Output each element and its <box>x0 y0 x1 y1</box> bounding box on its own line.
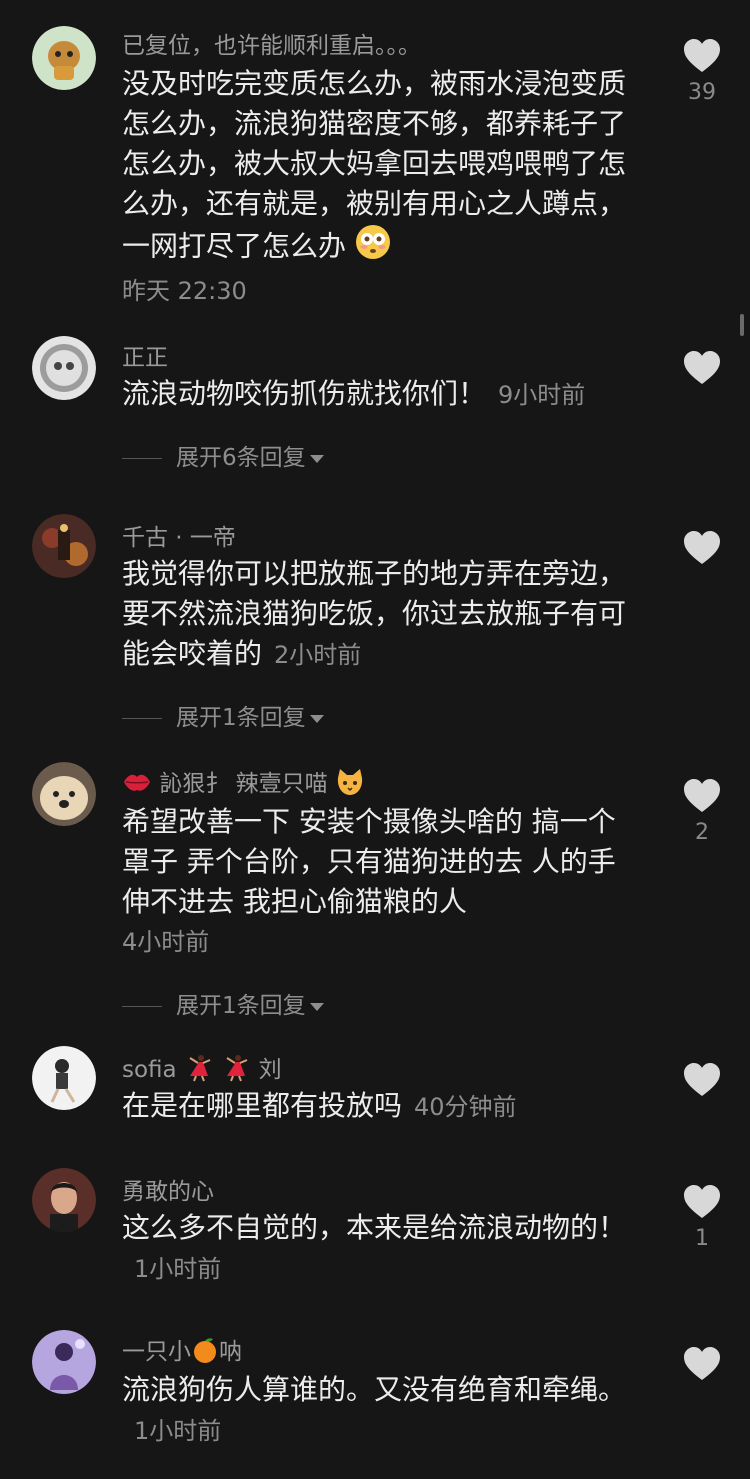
comment-text-content: 这么多不自觉的，本来是给流浪动物的！ <box>122 1211 627 1244</box>
comment-author[interactable]: 正正 <box>122 338 168 372</box>
scrollbar[interactable] <box>740 314 744 336</box>
comment-text: 没及时吃完变质怎么办，被雨水浸泡变质怎么办，流浪狗猫密度不够，都养耗子了怎么办，… <box>122 64 642 309</box>
heart-icon <box>684 351 720 384</box>
divider <box>122 1006 162 1007</box>
comment-author[interactable]: 已复位，也许能顺利重启。。。 <box>122 26 421 60</box>
comment-time: 昨天 22:30 <box>122 277 247 305</box>
like-button[interactable] <box>682 530 722 566</box>
caret-down-icon <box>309 1002 324 1011</box>
comment-author[interactable]: 千古 · 一帝 <box>122 518 236 552</box>
expand-replies-label: 展开6条回复 <box>176 445 306 471</box>
flushed-face-emoji <box>355 224 391 271</box>
like-count: 2 <box>695 820 709 845</box>
avatar[interactable] <box>32 336 96 400</box>
divider <box>122 718 162 719</box>
lips-emoji <box>122 770 152 800</box>
avatar[interactable] <box>32 1168 96 1232</box>
expand-replies-button[interactable]: 展开6条回复 <box>122 438 324 472</box>
comment-text: 我觉得你可以把放瓶子的地方弄在旁边，要不然流浪猫狗吃饭，你过去放瓶子有可能会咬着… <box>122 554 642 675</box>
comment-text-content: 在是在哪里都有投放吗 <box>122 1089 403 1122</box>
comment-author[interactable]: 勇敢的心 <box>122 1172 214 1206</box>
comment-text: 希望改善一下 安装个摄像头啥的 搞一个罩子 弄个台阶，只有猫狗进的去 人的手伸不… <box>122 802 642 960</box>
caret-down-icon <box>309 714 324 723</box>
cat-face-emoji <box>335 768 365 802</box>
like-button[interactable] <box>682 1062 722 1098</box>
avatar[interactable] <box>32 1046 96 1110</box>
author-name: 訫狠扌 辣壹只喵 <box>159 771 328 797</box>
dancer-emoji <box>221 1054 251 1088</box>
comment-author[interactable]: 一只小 呐 <box>122 1332 242 1370</box>
author-name-part: 呐 <box>219 1339 242 1365</box>
comment-text-content: 我觉得你可以把放瓶子的地方弄在旁边，要不然流浪猫狗吃饭，你过去放瓶子有可能会咬着… <box>122 557 627 670</box>
comment-author[interactable]: sofia 刘 <box>122 1050 282 1088</box>
author-name-part: 一只小 <box>122 1339 191 1365</box>
author-name-part: 刘 <box>258 1057 282 1083</box>
comment-time: 40分钟前 <box>414 1093 517 1121</box>
like-button[interactable]: 2 <box>682 778 722 845</box>
expand-replies-button[interactable]: 展开1条回复 <box>122 986 324 1020</box>
comment-time: 9小时前 <box>498 381 586 409</box>
comment-text-content: 流浪狗伤人算谁的。又没有绝育和牵绳。 <box>122 1373 627 1406</box>
like-count: 39 <box>688 80 716 105</box>
comment-time: 1小时前 <box>134 1417 222 1445</box>
like-count: 1 <box>695 1226 709 1251</box>
author-name-part: sofia <box>122 1057 177 1083</box>
expand-replies-label: 展开1条回复 <box>176 993 306 1019</box>
like-button[interactable]: 39 <box>682 38 722 105</box>
comment-text: 流浪狗伤人算谁的。又没有绝育和牵绳。 1小时前 <box>122 1370 642 1451</box>
comment-author[interactable]: 訫狠扌 辣壹只喵 <box>122 764 365 802</box>
comment-text-content: 希望改善一下 安装个摄像头啥的 搞一个罩子 弄个台阶，只有猫狗进的去 人的手伸不… <box>122 805 616 918</box>
avatar[interactable] <box>32 514 96 578</box>
dancer-emoji <box>184 1054 214 1088</box>
comment-text-content: 流浪动物咬伤抓伤就找你们！ <box>122 377 487 410</box>
comment-time: 2小时前 <box>274 641 362 669</box>
heart-icon <box>684 39 720 72</box>
avatar[interactable] <box>32 1330 96 1394</box>
comment-text: 在是在哪里都有投放吗 40分钟前 <box>122 1086 642 1127</box>
heart-icon <box>684 1347 720 1380</box>
divider <box>122 458 162 459</box>
comment-text: 流浪动物咬伤抓伤就找你们！ 9小时前 <box>122 374 642 415</box>
comment-time: 1小时前 <box>134 1255 222 1283</box>
avatar[interactable] <box>32 26 96 90</box>
caret-down-icon <box>309 454 324 463</box>
comment-time: 4小时前 <box>122 928 210 956</box>
like-button[interactable] <box>682 1346 722 1382</box>
heart-icon <box>684 1185 720 1218</box>
comment-text: 这么多不自觉的，本来是给流浪动物的！ 1小时前 <box>122 1208 642 1289</box>
like-button[interactable] <box>682 350 722 386</box>
heart-icon <box>684 779 720 812</box>
expand-replies-button[interactable]: 展开1条回复 <box>122 698 324 732</box>
avatar[interactable] <box>32 762 96 826</box>
heart-icon <box>684 1063 720 1096</box>
like-button[interactable]: 1 <box>682 1184 722 1251</box>
tangerine-emoji <box>191 1336 219 1370</box>
expand-replies-label: 展开1条回复 <box>176 705 306 731</box>
heart-icon <box>684 531 720 564</box>
